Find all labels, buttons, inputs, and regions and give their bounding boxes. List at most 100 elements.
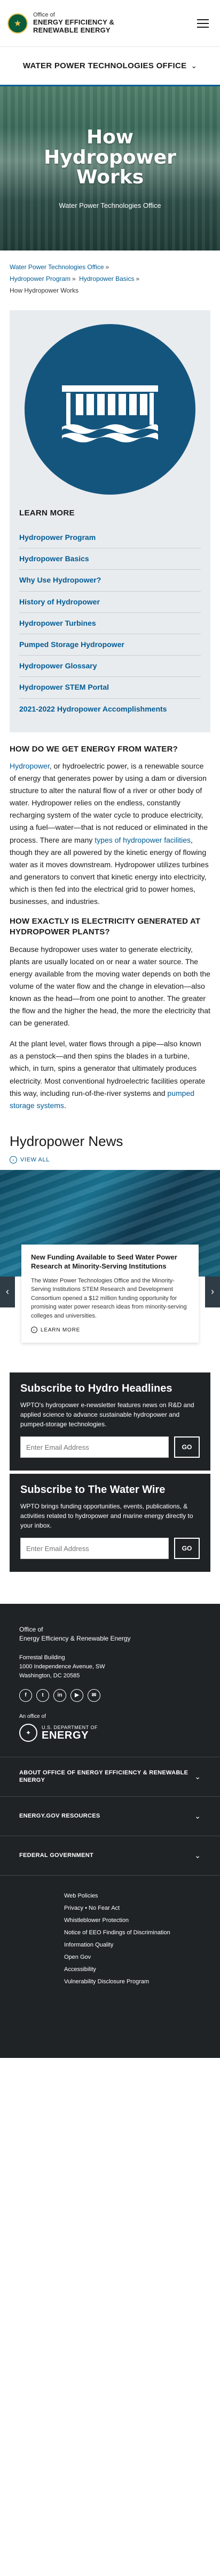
linkedin-icon[interactable]: in bbox=[53, 1689, 66, 1702]
site-header: ★ Office of ENERGY EFFICIENCY & RENEWABL… bbox=[0, 0, 220, 47]
subscribe-text: WPTO's hydropower e-newsletter features … bbox=[20, 1401, 194, 1428]
address-line: Washington, DC 20585 bbox=[19, 1672, 80, 1679]
chevron-right-icon: › bbox=[31, 1327, 37, 1334]
related-link[interactable]: Hydropower Glossary bbox=[19, 661, 97, 670]
list-item: Hydropower STEM Portal bbox=[19, 677, 201, 699]
footer-link[interactable]: Accessibility bbox=[64, 1965, 220, 1974]
related-link[interactable]: Why Use Hydropower? bbox=[19, 576, 101, 584]
article-body: HOW DO WE GET ENERGY FROM WATER? Hydropo… bbox=[0, 732, 220, 1112]
an-office-of: An office of bbox=[19, 1713, 46, 1719]
footer-accordion-about[interactable]: ABOUT OFFICE OF ENERGY EFFICIENCY & RENE… bbox=[0, 1756, 220, 1796]
list-item: 2021-2022 Hydropower Accomplishments bbox=[19, 699, 201, 720]
text-span: , though they are all powered by the kin… bbox=[10, 835, 209, 906]
office-name-line2: RENEWABLE ENERGY bbox=[33, 26, 111, 34]
email-icon[interactable]: ✉ bbox=[88, 1689, 100, 1702]
related-link[interactable]: History of Hydropower bbox=[19, 597, 100, 606]
footer-link[interactable]: Information Quality bbox=[64, 1941, 220, 1950]
office-home-link[interactable]: Office of ENERGY EFFICIENCY & RENEWABLE … bbox=[33, 12, 114, 35]
office-nav-toggle[interactable]: WATER POWER TECHNOLOGIES OFFICE ⌄ bbox=[0, 47, 220, 86]
related-link[interactable]: Hydropower Turbines bbox=[19, 619, 96, 627]
footer-link[interactable]: Whistleblower Protection bbox=[64, 1916, 220, 1925]
footer-link[interactable]: Privacy • No Fear Act bbox=[64, 1904, 220, 1913]
related-link[interactable]: Hydropower Basics bbox=[19, 554, 89, 563]
view-all-link[interactable]: › VIEW ALL bbox=[10, 1156, 210, 1164]
menu-icon[interactable] bbox=[193, 14, 213, 33]
page-title: How Hydropower Works bbox=[44, 126, 176, 189]
email-field[interactable] bbox=[20, 1436, 169, 1458]
doe-line2: ENERGY bbox=[42, 1729, 89, 1741]
chevron-down-icon: ⌄ bbox=[194, 1772, 201, 1781]
view-all-label: VIEW ALL bbox=[20, 1156, 50, 1163]
youtube-icon[interactable]: ▶ bbox=[70, 1689, 83, 1702]
breadcrumb-link[interactable]: Hydropower Program bbox=[10, 275, 70, 282]
office-nav-label: WATER POWER TECHNOLOGIES OFFICE bbox=[22, 61, 187, 70]
footer-office[interactable]: Office of Energy Efficiency & Renewable … bbox=[19, 1625, 201, 1644]
email-field[interactable] bbox=[20, 1538, 169, 1560]
address-line: 1000 Independence Avenue, SW bbox=[19, 1663, 105, 1670]
list-item: History of Hydropower bbox=[19, 592, 201, 613]
go-button[interactable]: GO bbox=[174, 1436, 200, 1458]
subscribe-text: WPTO brings funding opportunities, event… bbox=[20, 1503, 193, 1530]
related-link[interactable]: Hydropower STEM Portal bbox=[19, 683, 109, 691]
related-link[interactable]: Pumped Storage Hydropower bbox=[19, 640, 124, 649]
go-button[interactable]: GO bbox=[174, 1538, 200, 1560]
footer-link[interactable]: Vulnerability Disclosure Program bbox=[64, 1977, 220, 1986]
twitter-icon[interactable]: t bbox=[36, 1689, 49, 1702]
related-link[interactable]: 2021-2022 Hydropower Accomplishments bbox=[19, 705, 167, 713]
doe-seal-logo[interactable]: ★ bbox=[7, 13, 28, 34]
hydropower-link[interactable]: Hydropower bbox=[10, 762, 50, 770]
footer-address: Forrestal Building 1000 Independence Ave… bbox=[19, 1653, 201, 1681]
learn-more-panel: LEARN MORE Hydropower Program Hydropower… bbox=[10, 310, 210, 732]
news-carousel: ‹ › New Funding Available to Seed Water … bbox=[0, 1169, 220, 1343]
breadcrumb-link[interactable]: Hydropower Basics bbox=[79, 275, 134, 282]
hydropower-dam-icon bbox=[25, 324, 195, 495]
news-section: Hydropower News › VIEW ALL ‹ › New Fundi… bbox=[0, 1120, 220, 1343]
doe-seal-icon: ✦ bbox=[19, 1723, 37, 1742]
footer-office-line: Energy Efficiency & Renewable Energy bbox=[19, 1635, 131, 1643]
doe-logo[interactable]: ✦ U.S. DEPARTMENT OF ENERGY bbox=[19, 1723, 201, 1742]
text-span: , or hydroelectric power, is a renewable… bbox=[10, 761, 208, 844]
learn-more-label: LEARN MORE bbox=[41, 1327, 81, 1333]
accordion-label: ENERGY.GOV RESOURCES bbox=[19, 1813, 100, 1820]
hero-banner: How Hydropower Works Water Power Technol… bbox=[0, 86, 220, 251]
news-card-text: The Water Power Technologies Office and … bbox=[31, 1277, 187, 1319]
footer-bottom-bar bbox=[0, 2011, 220, 2058]
list-item: Hydropower Program bbox=[19, 527, 201, 549]
chevron-down-icon: ⌄ bbox=[191, 61, 198, 70]
footer-link[interactable]: Open Gov bbox=[64, 1953, 220, 1962]
carousel-next-button[interactable]: › bbox=[205, 1276, 220, 1307]
accordion-label: FEDERAL GOVERNMENT bbox=[19, 1852, 94, 1859]
footer-link[interactable]: Notice of EEO Findings of Discrimination bbox=[64, 1928, 220, 1937]
section-heading: HOW EXACTLY IS ELECTRICITY GENERATED AT … bbox=[10, 917, 201, 937]
subscribe-title: Subscribe to Hydro Headlines bbox=[20, 1383, 172, 1395]
news-card-title[interactable]: New Funding Available to Seed Water Powe… bbox=[31, 1253, 189, 1271]
list-item: Hydropower Glossary bbox=[19, 656, 201, 677]
learn-more-link[interactable]: › LEARN MORE bbox=[31, 1327, 189, 1334]
breadcrumb-link[interactable]: Water Power Technologies Office bbox=[10, 263, 104, 271]
paragraph: Because hydropower uses water to generat… bbox=[10, 944, 210, 1028]
news-card: New Funding Available to Seed Water Powe… bbox=[21, 1244, 199, 1343]
social-links: f t in ▶ ✉ bbox=[19, 1689, 201, 1702]
facility-types-link[interactable]: types of hydropower facilities bbox=[95, 836, 191, 844]
subscribe-form: GO bbox=[20, 1436, 200, 1458]
breadcrumb: Water Power Technologies Office» Hydropo… bbox=[10, 263, 140, 294]
list-item: Hydropower Basics bbox=[19, 548, 201, 570]
carousel-prev-button[interactable]: ‹ bbox=[0, 1276, 15, 1307]
footer-accordion-federal[interactable]: FEDERAL GOVERNMENT ⌄ bbox=[0, 1835, 220, 1875]
subscribe-water-wire: Subscribe to The Water Wire WPTO brings … bbox=[10, 1474, 210, 1572]
footer-office-line: Office of bbox=[19, 1626, 43, 1634]
learn-more-list: Hydropower Program Hydropower Basics Why… bbox=[19, 527, 201, 720]
breadcrumb-current: How Hydropower Works bbox=[10, 287, 79, 294]
related-link[interactable]: Hydropower Program bbox=[19, 533, 96, 542]
footer-policy-links: Web Policies Privacy • No Fear Act Whist… bbox=[0, 1875, 220, 2012]
list-item: Hydropower Turbines bbox=[19, 613, 201, 634]
paragraph: Hydropower, or hydroelectric power, is a… bbox=[10, 760, 210, 908]
footer-link[interactable]: Web Policies bbox=[64, 1892, 220, 1901]
footer-accordion-resources[interactable]: ENERGY.GOV RESOURCES ⌄ bbox=[0, 1796, 220, 1836]
hero-subtitle: Water Power Technologies Office bbox=[59, 201, 161, 210]
chevron-down-icon: ⌄ bbox=[194, 1851, 201, 1860]
subscribe-form: GO bbox=[20, 1538, 200, 1560]
accordion-label: ABOUT OFFICE OF ENERGY EFFICIENCY & RENE… bbox=[19, 1769, 188, 1784]
facebook-icon[interactable]: f bbox=[19, 1689, 32, 1702]
